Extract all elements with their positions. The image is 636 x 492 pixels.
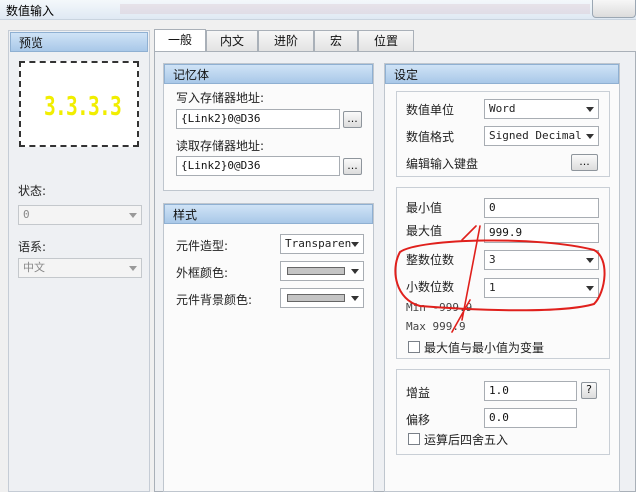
annotation-overlay: [394, 225, 606, 333]
red-circle-annotation: [394, 239, 606, 312]
